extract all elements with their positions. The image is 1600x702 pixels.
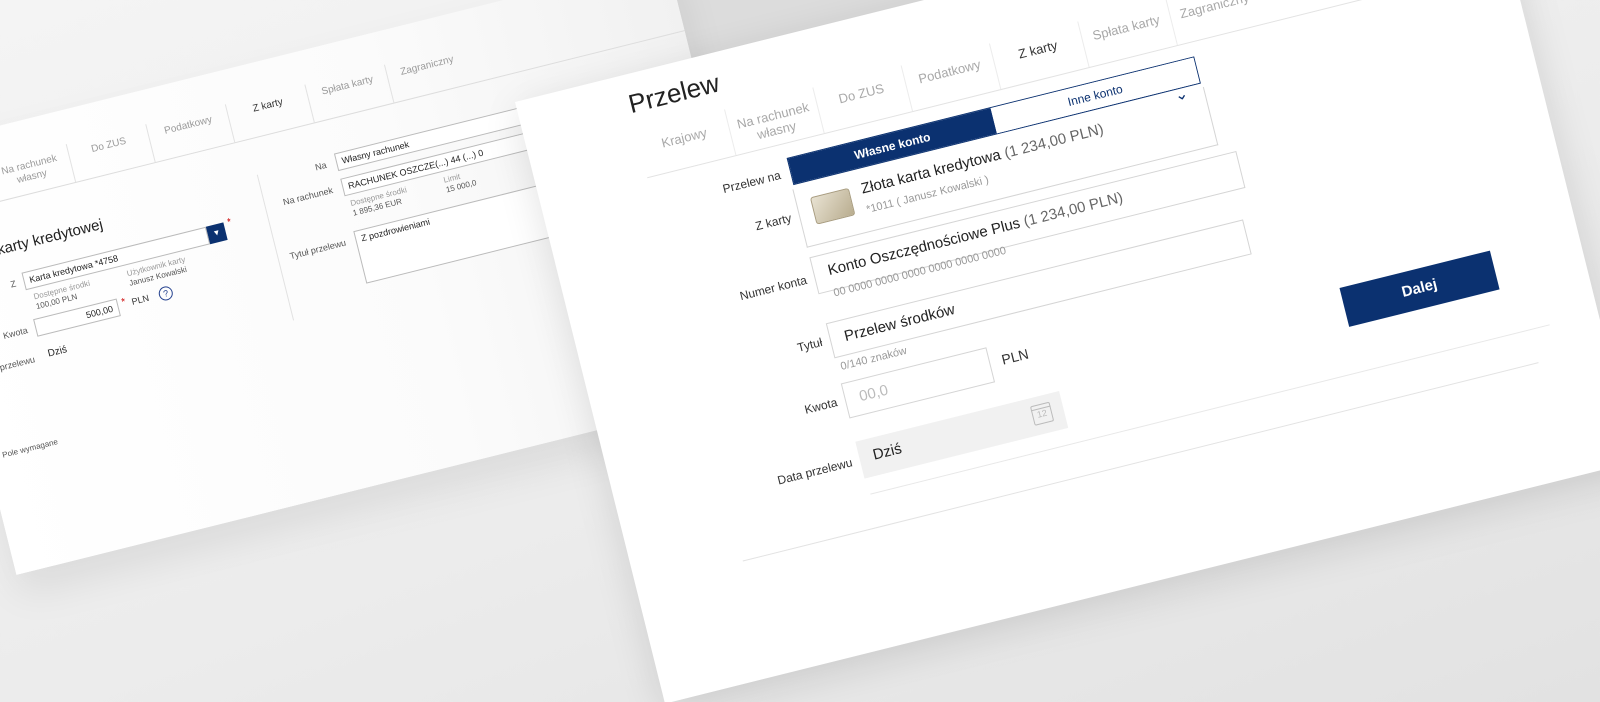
label-title: Tytuł xyxy=(795,335,824,355)
old-currency: PLN xyxy=(130,292,151,307)
old-tab-tax[interactable]: Podatkowy xyxy=(145,104,235,163)
old-dropdown-arrow-icon[interactable]: ▼ xyxy=(205,222,228,245)
label-from-card: Z karty xyxy=(753,210,793,234)
old-heading: karty kredytowej xyxy=(0,215,105,259)
tab-zus[interactable]: Do ZUS xyxy=(812,65,913,134)
old-label-na: Na xyxy=(314,159,328,173)
transfer-form: Przelew Krajowy Na rachunek własny Do ZU… xyxy=(515,0,1600,702)
old-tab-card[interactable]: Z karty xyxy=(224,84,314,143)
old-required-star: * xyxy=(226,216,233,229)
page-title: Przelew xyxy=(625,67,723,120)
calendar-icon[interactable]: 12 xyxy=(1029,401,1055,426)
old-tab-zus[interactable]: Do ZUS xyxy=(65,124,155,183)
tab-foreign[interactable]: Zagraniczny xyxy=(1165,0,1266,46)
label-date: Data przelewu xyxy=(776,455,854,488)
currency-label: PLN xyxy=(999,345,1031,368)
tab-own-account[interactable]: Na rachunek własny xyxy=(724,87,824,156)
old-tab-card-repay[interactable]: Spłata karty xyxy=(304,64,394,123)
date-value: Dziś xyxy=(871,440,904,464)
old-label-amount: Kwota xyxy=(2,325,29,341)
old-label-z: Z xyxy=(9,278,18,290)
label-amount: Kwota xyxy=(803,395,839,417)
old-tab-own[interactable]: Na rachunek własny xyxy=(0,144,76,202)
old-account-limit: Limit 15 000,0 xyxy=(442,171,478,195)
old-required-star-2: * xyxy=(120,296,127,309)
next-button[interactable]: Dalej xyxy=(1339,250,1500,327)
label-transfer-to: Przelew na xyxy=(721,168,783,197)
old-tab-foreign[interactable]: Zagraniczny xyxy=(383,45,473,103)
old-label-title: Tytuł przelewu xyxy=(288,237,347,262)
old-date-value[interactable]: Dziś xyxy=(47,344,69,359)
label-account-number: Numer konta xyxy=(738,272,809,304)
help-icon[interactable]: ? xyxy=(157,284,175,302)
tab-from-card[interactable]: Z karty xyxy=(988,21,1089,90)
tab-domestic[interactable]: Krajowy xyxy=(636,110,736,178)
credit-card-icon xyxy=(809,187,856,225)
old-label-date: Data przelewu xyxy=(0,354,36,378)
old-label-account: Na rachunek xyxy=(281,185,334,208)
tab-card-repayment[interactable]: Spłata karty xyxy=(1077,0,1177,68)
tab-tax[interactable]: Podatkowy xyxy=(900,43,1001,112)
old-required-note: * Pole wymagane xyxy=(0,437,59,461)
